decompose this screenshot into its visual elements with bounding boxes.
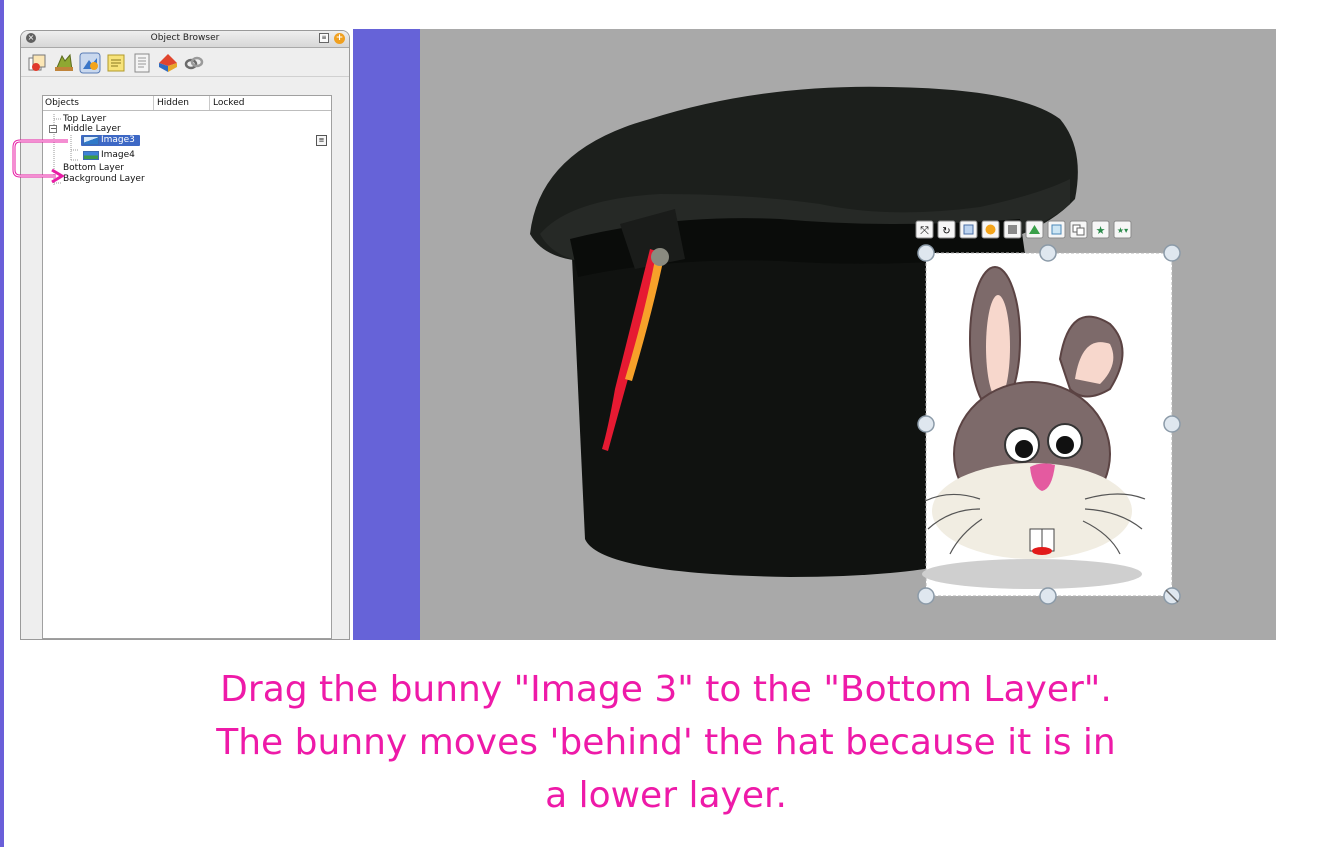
tree-header: Objects Hidden Locked: [43, 96, 331, 111]
properties-icon[interactable]: [959, 220, 978, 239]
caption-line-2: The bunny moves 'behind' the hat because…: [216, 722, 1116, 763]
send-to-back-icon[interactable]: [1047, 220, 1066, 239]
object-browser-icon[interactable]: [79, 52, 101, 74]
panel-menu-icon[interactable]: ≡: [319, 33, 329, 43]
whiteboard-canvas[interactable]: ⤧ ↻ ★ ★▾: [420, 29, 1276, 640]
caption-line-3: a lower layer.: [545, 775, 787, 816]
svg-text:★: ★: [1096, 224, 1106, 237]
action-browser-icon[interactable]: [157, 52, 179, 74]
panel-title: Object Browser: [150, 33, 220, 43]
rotate-icon[interactable]: ↻: [937, 220, 956, 239]
favorite-icon[interactable]: ★: [1091, 220, 1110, 239]
delete-icon[interactable]: ⤧: [915, 220, 934, 239]
panel-titlebar[interactable]: × Object Browser ≡ +: [21, 31, 349, 48]
gallery-icon[interactable]: [53, 52, 75, 74]
bring-to-front-icon[interactable]: [1025, 220, 1044, 239]
properties-icon[interactable]: [131, 52, 153, 74]
item-menu-icon[interactable]: ≡: [316, 135, 327, 146]
links-icon[interactable]: [183, 52, 205, 74]
svg-text:★▾: ★▾: [1117, 226, 1128, 235]
clone-icon[interactable]: [1003, 220, 1022, 239]
lock-icon[interactable]: [981, 220, 1000, 239]
tree-item-image4[interactable]: Image4: [81, 150, 135, 161]
notes-icon[interactable]: [105, 52, 127, 74]
svg-text:⤧: ⤧: [920, 224, 929, 237]
tree-item-image3[interactable]: Image3: [81, 135, 140, 146]
page-sorter-icon[interactable]: [27, 52, 49, 74]
menu-dropdown-icon[interactable]: ★▾: [1113, 220, 1132, 239]
group-icon[interactable]: [1069, 220, 1088, 239]
page-margin: [353, 29, 420, 640]
tree-item-label: Image3: [101, 135, 135, 145]
browser-toolbar: [21, 48, 349, 77]
object-browser-panel: × Object Browser ≡ + Objects Hidden Lock…: [20, 30, 350, 640]
svg-text:↻: ↻: [942, 226, 950, 237]
drag-arrow-annotation: [12, 139, 68, 184]
column-objects[interactable]: Objects: [45, 98, 79, 108]
column-hidden[interactable]: Hidden: [157, 98, 189, 108]
caption-line-1: Drag the bunny "Image 3" to the "Bottom …: [220, 669, 1112, 710]
bunny-image[interactable]: [922, 252, 1173, 597]
column-locked[interactable]: Locked: [213, 98, 244, 108]
add-icon[interactable]: +: [334, 33, 345, 44]
